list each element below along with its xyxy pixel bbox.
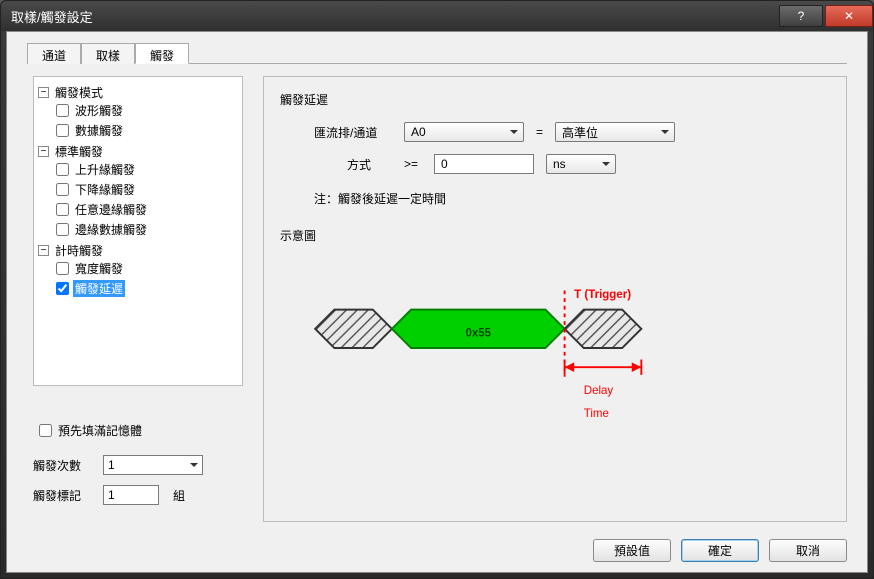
tree-group-std[interactable]: 標準觸發: [53, 143, 105, 160]
input-trigger-mark[interactable]: 1: [103, 485, 159, 505]
tree-toggle-std[interactable]: −: [38, 146, 49, 157]
combo-delay-unit[interactable]: ns: [546, 154, 616, 174]
lbl-wave-trigger[interactable]: 波形觸發: [73, 102, 125, 119]
cancel-button[interactable]: 取消: [769, 539, 847, 562]
lbl-prefill-memory: 預先填滿記憶體: [58, 422, 142, 439]
lbl-data-trigger[interactable]: 數據觸發: [73, 122, 125, 139]
tree-group-time[interactable]: 計時觸發: [53, 242, 105, 259]
lbl-equals: =: [536, 125, 543, 139]
tree-group-mode[interactable]: 觸發模式: [53, 84, 105, 101]
help-icon: ?: [798, 9, 805, 23]
trigger-tree-box: −觸發模式 波形觸發 數據觸發 −標準觸發 上升緣觸發 下降緣觸發 任意邊緣觸發…: [33, 76, 243, 386]
tab-strip: 通道 取樣 觸發: [27, 42, 847, 64]
right-config-box: 觸發延遲 匯流排/通道 A0 = 高準位 方式 >= 0 ns 注：觸發後延遲一…: [263, 76, 847, 522]
combo-bus-channel[interactable]: A0: [404, 122, 524, 142]
tree-toggle-time[interactable]: −: [38, 245, 49, 256]
footer-buttons: 預設值 確定 取消: [593, 539, 847, 562]
diagram-trigger-label: T (Trigger): [574, 289, 631, 301]
left-bottom-panel: 預先填滿記憶體 觸發次數 1 觸發標記 1 組: [33, 412, 243, 515]
client-area: 通道 取樣 觸發 −觸發模式 波形觸發 數據觸發 −標準觸發: [6, 31, 868, 573]
note-delay: 注：觸發後延遲一定時間: [314, 190, 830, 207]
tab-trigger[interactable]: 觸發: [135, 43, 189, 64]
window-title: 取樣/觸發設定: [11, 7, 779, 26]
chk-width-trigger[interactable]: [56, 262, 69, 275]
tab-sample[interactable]: 取樣: [81, 43, 135, 64]
default-button[interactable]: 預設值: [593, 539, 671, 562]
combo-trigger-count[interactable]: 1: [103, 455, 203, 475]
titlebar[interactable]: 取樣/觸發設定 ? ✕: [1, 1, 873, 31]
chk-rise-trigger[interactable]: [56, 163, 69, 176]
lbl-any-edge-trigger[interactable]: 任意邊緣觸發: [73, 201, 149, 218]
input-delay-value[interactable]: 0: [434, 154, 534, 174]
lbl-width-trigger[interactable]: 寬度觸發: [73, 260, 125, 277]
section-diagram: 示意圖 0x55: [280, 227, 830, 438]
lbl-delay-trigger[interactable]: 觸發延遲: [73, 280, 125, 297]
diagram-delay-label1: Delay: [584, 385, 614, 397]
chk-delay-trigger[interactable]: [56, 282, 69, 295]
chk-edge-data-trigger[interactable]: [56, 223, 69, 236]
lbl-trigger-count: 觸發次數: [33, 457, 103, 474]
close-icon: ✕: [844, 9, 854, 23]
chk-prefill-memory[interactable]: [39, 424, 52, 437]
close-button[interactable]: ✕: [825, 5, 873, 27]
chk-wave-trigger[interactable]: [56, 104, 69, 117]
chk-any-edge-trigger[interactable]: [56, 203, 69, 216]
lbl-op: >=: [404, 157, 434, 171]
chk-data-trigger[interactable]: [56, 124, 69, 137]
diagram-delay-label2: Time: [584, 408, 609, 420]
tree-toggle-mode[interactable]: −: [38, 87, 49, 98]
diagram-hex-label: 0x55: [465, 327, 491, 339]
hdr-diagram: 示意圖: [280, 227, 830, 244]
combo-level[interactable]: 高準位: [555, 122, 675, 142]
dialog-window: 取樣/觸發設定 ? ✕ 通道 取樣 觸發 −觸發模式 波形觸發 數據觸發: [0, 0, 874, 579]
lbl-trigger-mark-unit: 組: [173, 487, 185, 504]
trigger-tree: −觸發模式 波形觸發 數據觸發 −標準觸發 上升緣觸發 下降緣觸發 任意邊緣觸發…: [38, 83, 238, 300]
lbl-rise-trigger[interactable]: 上升緣觸發: [73, 161, 137, 178]
hdr-delay: 觸發延遲: [280, 91, 830, 108]
lbl-edge-data-trigger[interactable]: 邊緣數據觸發: [73, 221, 149, 238]
lbl-bus-channel: 匯流排/通道: [314, 124, 404, 141]
chk-fall-trigger[interactable]: [56, 183, 69, 196]
lbl-trigger-mark: 觸發標記: [33, 487, 103, 504]
diagram-canvas: 0x55 T (Trigger) Delay Time: [296, 258, 814, 438]
tab-channel[interactable]: 通道: [27, 43, 81, 64]
lbl-fall-trigger[interactable]: 下降緣觸發: [73, 181, 137, 198]
ok-button[interactable]: 確定: [681, 539, 759, 562]
lbl-mode: 方式: [314, 156, 404, 173]
section-delay: 觸發延遲 匯流排/通道 A0 = 高準位 方式 >= 0 ns 注：觸發後延遲一…: [280, 91, 830, 207]
help-button[interactable]: ?: [779, 5, 823, 27]
